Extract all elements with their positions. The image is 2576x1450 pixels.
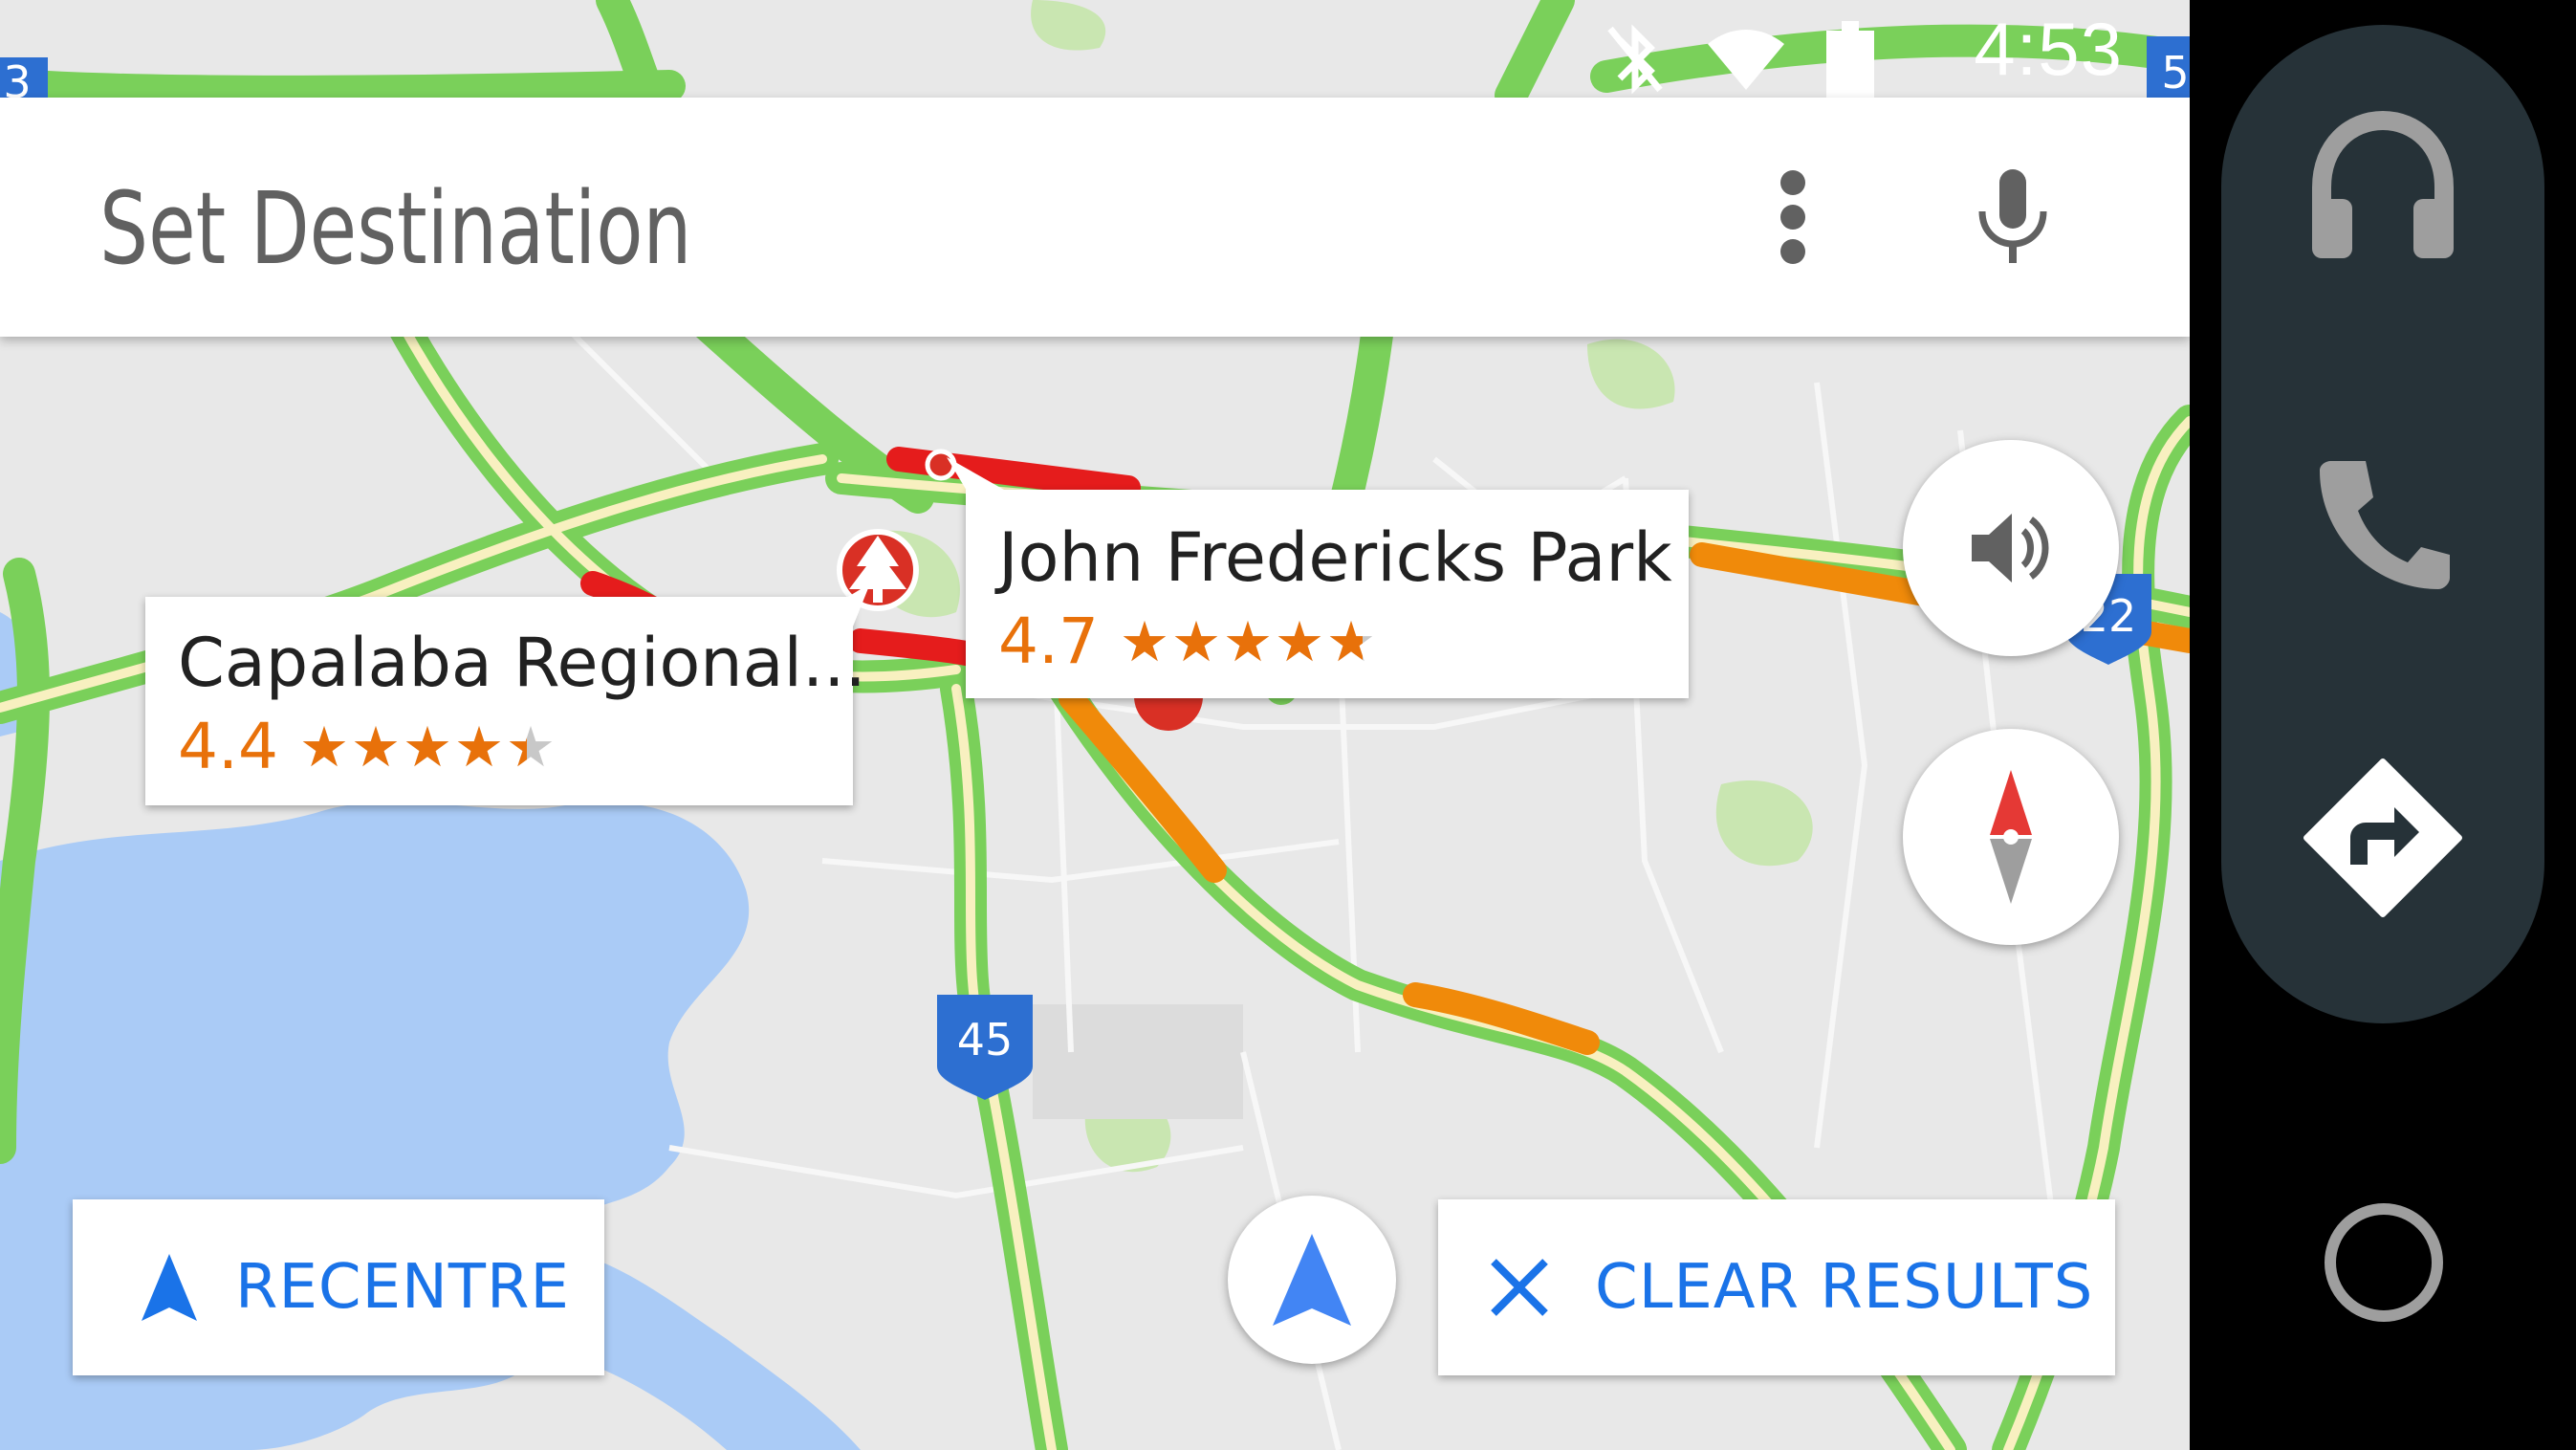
close-icon <box>1491 1259 1548 1316</box>
place-callout-john-fredericks[interactable]: John Fredericks Park 4.7 ★★★★★ ★★★★★ <box>966 490 1689 698</box>
search-title[interactable]: Set Destination <box>99 170 691 287</box>
clear-results-button[interactable]: CLEAR RESULTS <box>1438 1199 2115 1375</box>
clear-results-label: CLEAR RESULTS <box>1595 1252 2094 1323</box>
place-rating: 4.4 ★★★★★★★★★★ <box>178 710 557 783</box>
place-name: Capalaba Regional... <box>178 624 866 702</box>
place-name: John Fredericks Park <box>998 518 1672 597</box>
rating-stars: ★★★★★★★★★★ <box>1119 608 1378 674</box>
home-button[interactable] <box>2279 1176 2489 1349</box>
battery-icon <box>1826 21 1874 98</box>
rail-item-media[interactable] <box>2221 92 2544 283</box>
headphones-icon <box>2312 111 2454 258</box>
mic-icon <box>1978 169 2047 263</box>
volume-icon <box>1972 514 2049 582</box>
status-bar: 4:53 <box>0 0 2190 98</box>
svg-text:45: 45 <box>957 1014 1014 1066</box>
rating-value: 4.7 <box>998 604 1099 678</box>
android-auto-screen: 45 22 5 3 4:53 Set Destination Capalaba … <box>0 0 2576 1450</box>
status-icons <box>1605 21 1874 98</box>
more-vert-icon <box>1780 170 1805 264</box>
bluetooth-off-icon <box>1607 24 1663 95</box>
home-circle-icon <box>2325 1203 2443 1322</box>
rail-item-phone[interactable] <box>2221 427 2544 618</box>
callout-pointer <box>822 583 870 631</box>
phone-icon <box>2320 461 2450 589</box>
nav-rail <box>2190 0 2576 1450</box>
navigation-icon <box>2303 758 2462 917</box>
wifi-icon <box>1708 30 1784 90</box>
recentre-label: RECENTRE <box>235 1252 570 1323</box>
voice-search-button[interactable] <box>1951 150 2075 284</box>
place-rating: 4.7 ★★★★★ ★★★★★ <box>998 604 1378 678</box>
rating-value: 4.4 <box>178 710 278 783</box>
more-options-button[interactable] <box>1740 155 1845 279</box>
search-bar[interactable]: Set Destination <box>0 98 2190 337</box>
compass-button[interactable] <box>1903 729 2119 945</box>
callout-pointer <box>947 457 1004 505</box>
volume-button[interactable] <box>1903 440 2119 656</box>
recentre-arrow-icon <box>142 1254 197 1321</box>
navigation-arrow-icon <box>1273 1234 1351 1326</box>
compass-icon <box>1990 770 2032 904</box>
recentre-button[interactable]: RECENTRE <box>73 1199 604 1375</box>
rail-pill <box>2221 25 2544 1023</box>
status-time: 4:53 <box>1974 7 2123 91</box>
rail-item-navigation[interactable] <box>2221 742 2544 934</box>
place-callout-capalaba[interactable]: Capalaba Regional... 4.4 ★★★★★★★★★★ <box>145 597 866 805</box>
my-location-button[interactable] <box>1228 1196 1396 1364</box>
rating-stars: ★★★★★★★★★★ <box>298 714 557 780</box>
